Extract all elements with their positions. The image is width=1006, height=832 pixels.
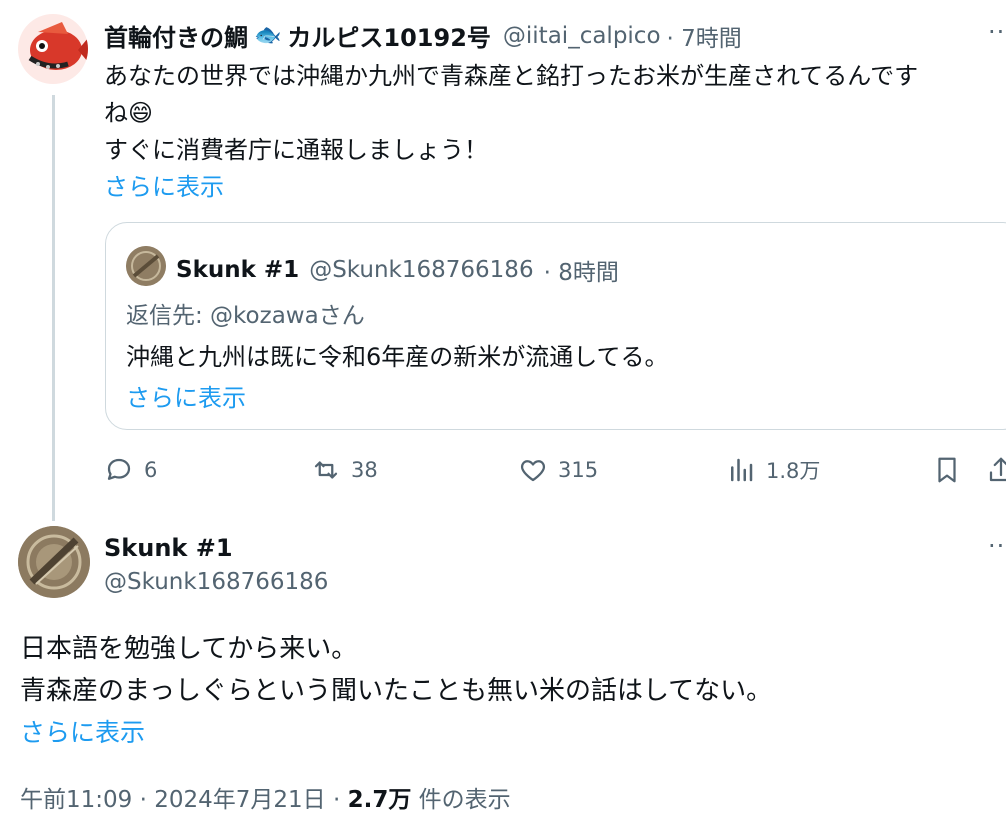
heart-icon — [520, 460, 546, 482]
bookmark-icon — [938, 457, 956, 483]
reply-icon — [107, 458, 131, 480]
tweet-line: 日本語を勉強してから来い。 — [20, 634, 358, 664]
views-button[interactable]: 1.8万 — [726, 452, 820, 488]
share-button[interactable] — [986, 452, 1006, 488]
fish-icon: 🐟 — [254, 23, 282, 48]
quoted-display-name: Skunk #1 — [176, 257, 300, 283]
show-more-link[interactable]: さらに表示 — [104, 169, 1006, 206]
retweet-button[interactable]: 38 — [311, 452, 378, 488]
main-display-name[interactable]: Skunk #1 — [104, 534, 233, 562]
quoted-text: 沖縄と九州は既に令和6年産の新米が流通してる。 — [126, 343, 669, 371]
show-more-link[interactable]: さらに表示 — [20, 712, 980, 754]
reply-to-label: 返信先: @kozawaさん — [126, 303, 365, 329]
share-icon — [989, 457, 1006, 482]
tweet-line: あなたの世界では沖縄か九州で青森産と銘打ったお米が生産されてるんです — [104, 62, 919, 90]
more-options-icon[interactable]: ··· — [988, 18, 1006, 46]
quoted-header: Skunk #1 @Skunk168766186 · 8時間 — [176, 253, 619, 287]
reply-header: 首輪付きの鯛 🐟 カルピス10192号 @iitai_calpico · 7時間 — [104, 18, 742, 53]
reply-button[interactable]: 6 — [104, 452, 157, 488]
fish-avatar-icon — [28, 22, 88, 70]
main-tweet-text: 日本語を勉強してから来い。 青森産のまっしぐらという聞いたことも無い米の話はして… — [20, 628, 980, 754]
display-name[interactable]: 首輪付きの鯛 — [104, 18, 248, 53]
like-count: 315 — [558, 458, 599, 482]
avatar — [126, 246, 166, 286]
quoted-time: · 8時間 — [543, 260, 619, 286]
main-handle[interactable]: @Skunk168766186 — [104, 569, 328, 595]
avatar[interactable] — [18, 526, 90, 598]
coin-avatar-icon — [18, 526, 90, 598]
analytics-icon — [731, 458, 753, 482]
more-options-icon[interactable]: ··· — [988, 532, 1006, 560]
timestamp[interactable]: 午前11:09 · 2024年7月21日 · — [20, 787, 348, 813]
like-button[interactable]: 315 — [518, 452, 598, 488]
quoted-handle: @Skunk168766186 — [309, 257, 534, 283]
timestamp-row: 午前11:09 · 2024年7月21日 · 2.7万 件の表示 — [20, 780, 511, 814]
coin-avatar-icon — [126, 246, 166, 286]
quoted-show-more-link[interactable]: さらに表示 — [126, 378, 1006, 419]
retweet-icon — [314, 461, 338, 479]
display-name-suffix[interactable]: カルピス10192号 — [287, 18, 491, 53]
view-count: 1.8万 — [766, 459, 821, 483]
quoted-body: 返信先: @kozawaさん 沖縄と九州は既に令和6年産の新米が流通してる。 さ… — [126, 296, 1006, 419]
reply-count: 6 — [144, 458, 158, 482]
tweet-line: すぐに消費者庁に通報しましょう！ — [104, 136, 488, 164]
bookmark-button[interactable] — [932, 452, 962, 488]
retweet-count: 38 — [351, 458, 378, 482]
view-count-total: 2.7万 — [347, 787, 412, 813]
thread-line — [52, 95, 55, 521]
view-label: 件の表示 — [411, 787, 511, 813]
tweet-line: ね😄 — [104, 99, 154, 127]
avatar[interactable] — [18, 14, 88, 84]
tweet-line: 青森産のまっしぐらという聞いたことも無い米の話はしてない。 — [20, 676, 773, 706]
post-time[interactable]: · 7時間 — [667, 19, 742, 53]
user-handle[interactable]: @iitai_calpico — [503, 23, 661, 49]
tweet-text: あなたの世界では沖縄か九州で青森産と銘打ったお米が生産されてるんです ね😄 すぐ… — [104, 58, 1006, 206]
